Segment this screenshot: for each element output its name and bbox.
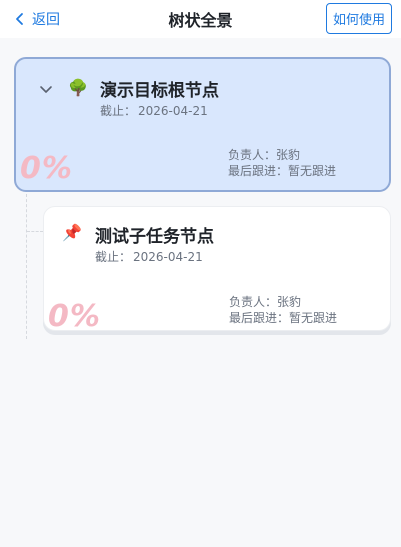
followup-label: 最后跟进：	[229, 311, 290, 325]
child-node-deadline: 截止： 2026-04-21	[95, 248, 203, 265]
deadline-label: 截止：	[100, 104, 137, 118]
root-node-card[interactable]: 🌳 演示目标根节点 截止： 2026-04-21 负责人：张豹 最后跟进：暂无跟进…	[14, 57, 391, 192]
owner-value: 张豹	[276, 148, 301, 162]
root-node-title[interactable]: 演示目标根节点	[100, 76, 219, 101]
deadline-value: 2026-04-21	[133, 250, 203, 264]
deadline-label: 截止：	[95, 250, 132, 264]
tree-connector-vertical	[26, 194, 27, 339]
owner-label: 负责人：	[228, 148, 277, 162]
tree-icon: 🌳	[68, 78, 88, 97]
owner-line: 负责人：张豹	[228, 147, 336, 163]
how-to-use-button[interactable]: 如何使用	[326, 3, 392, 34]
tree-connector-horizontal	[27, 231, 43, 232]
child-node-card[interactable]: 📌 测试子任务节点 截止： 2026-04-21 负责人：张豹 最后跟进：暂无跟进…	[43, 206, 391, 331]
child-node-title[interactable]: 测试子任务节点	[95, 222, 214, 247]
root-node-deadline: 截止： 2026-04-21	[100, 102, 208, 119]
owner-label: 负责人：	[229, 295, 278, 309]
child-node-meta: 负责人：张豹 最后跟进：暂无跟进	[229, 294, 337, 326]
owner-value: 张豹	[277, 295, 302, 309]
followup-line: 最后跟进：暂无跟进	[229, 310, 337, 326]
progress-percent: 0%	[48, 299, 101, 331]
progress-percent: 0%	[20, 151, 73, 186]
followup-line: 最后跟进：暂无跟进	[228, 163, 336, 179]
deadline-value: 2026-04-21	[138, 104, 208, 118]
owner-line: 负责人：张豹	[229, 294, 337, 310]
followup-value: 暂无跟进	[288, 164, 337, 178]
followup-value: 暂无跟进	[289, 311, 338, 325]
followup-label: 最后跟进：	[228, 164, 289, 178]
root-node-meta: 负责人：张豹 最后跟进：暂无跟进	[228, 147, 336, 179]
top-bar: 返回 树状全景 如何使用	[0, 0, 401, 38]
chevron-down-icon[interactable]	[39, 82, 53, 96]
pushpin-icon: 📌	[62, 223, 82, 242]
